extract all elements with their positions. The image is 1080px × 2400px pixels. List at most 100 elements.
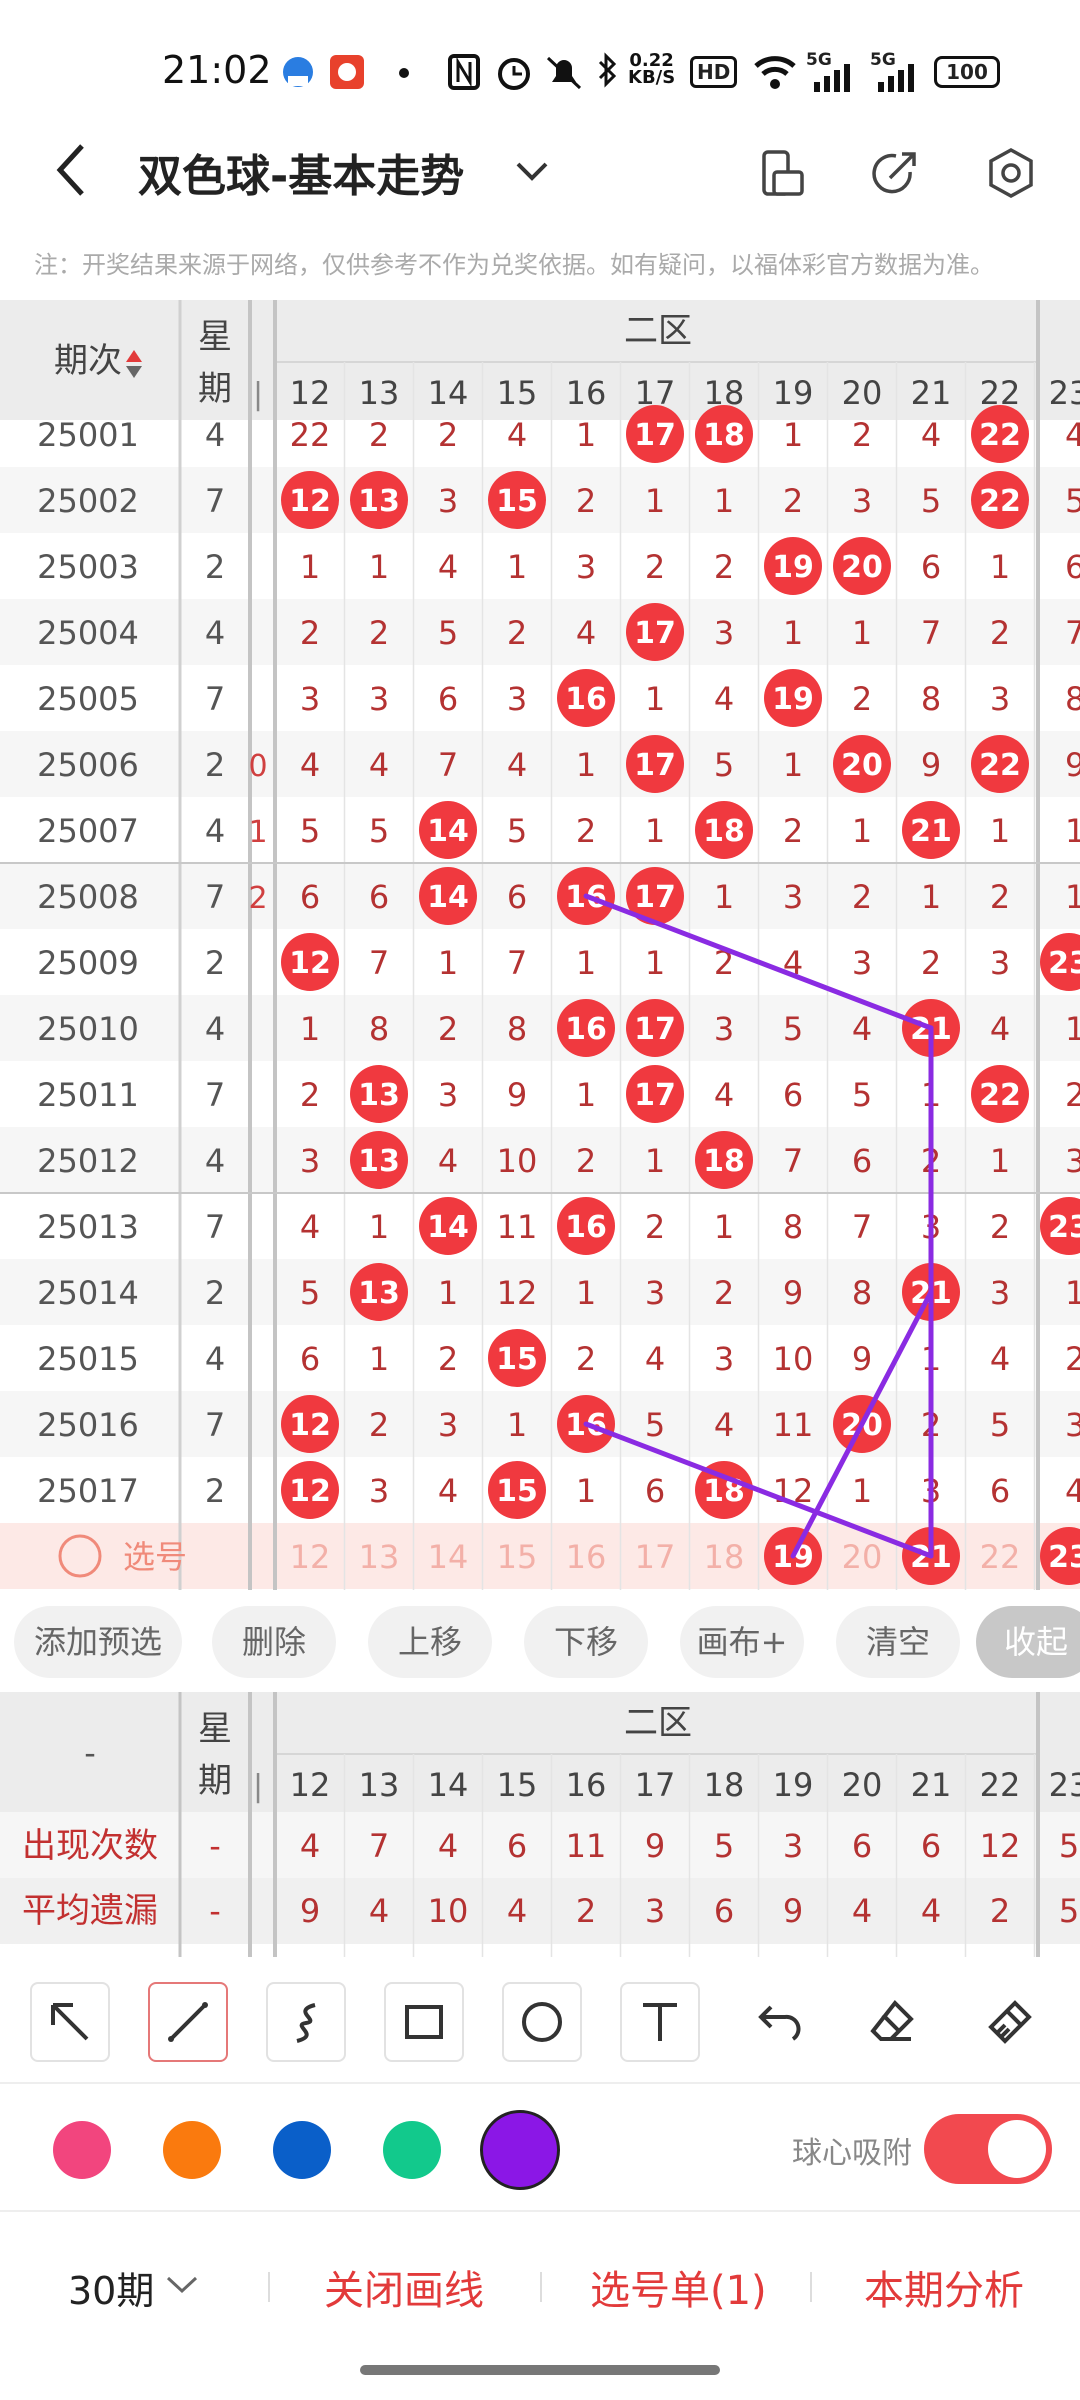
partial-cell: 4 <box>1065 416 1080 454</box>
ball-number: 19 <box>772 550 814 585</box>
select-number[interactable]: 17 <box>635 1538 676 1576</box>
text-tool[interactable] <box>620 1982 700 2062</box>
ball-number: 17 <box>634 748 676 783</box>
trend-table[interactable]: 期次星期二区12 13 14 15 16 17 18 19 20 21 22 23|25001 4 22 2… <box>0 300 1080 1590</box>
select-number[interactable]: 18 <box>704 1538 745 1576</box>
eraser-tool[interactable] <box>852 1982 932 2062</box>
miss-count: 10 <box>497 1142 538 1180</box>
arrow-tool[interactable] <box>30 1982 110 2062</box>
partial-cell: 11 <box>1065 878 1080 916</box>
header-period[interactable]: 期次 <box>54 341 122 381</box>
avg-miss-value: 4 <box>507 1892 527 1930</box>
share-icon[interactable] <box>870 148 920 198</box>
move-up-button[interactable]: 上移 <box>368 1606 492 1678</box>
circle-tool[interactable] <box>502 1982 582 2062</box>
page-title[interactable]: 双色球-基本走势 <box>138 140 464 204</box>
period-select[interactable]: 30期 <box>68 2260 154 2315</box>
miss-count: 9 <box>852 1340 872 1378</box>
snap-toggle[interactable] <box>924 2114 1052 2184</box>
avg-miss-label: 平均遗漏 <box>22 1891 158 1931</box>
miss-count: 2 <box>783 482 803 520</box>
select-number[interactable]: 12 <box>290 1538 331 1576</box>
miss-count: 5 <box>438 614 458 652</box>
signal-icon-2 <box>878 64 914 92</box>
period-analysis-button[interactable]: 本期分析 <box>864 2258 1024 2316</box>
miss-count: 3 <box>852 944 872 982</box>
select-number[interactable]: 16 <box>566 1538 607 1576</box>
notification-icons <box>283 55 409 89</box>
eraser-icon <box>870 1999 914 2041</box>
number-header-partial: | <box>253 377 263 412</box>
clear-button[interactable]: 清空 <box>836 1606 960 1678</box>
color-purple-selected[interactable] <box>480 2110 560 2190</box>
ball-number: 17 <box>634 1078 676 1113</box>
miss-count: 1 <box>714 1208 734 1246</box>
number-header: 23 <box>1049 1766 1080 1804</box>
miss-count: 5 <box>783 1010 803 1048</box>
miss-count: 11 <box>773 1406 814 1444</box>
number-header: 15 <box>497 1766 538 1804</box>
miss-count: 4 <box>438 1142 458 1180</box>
select-number[interactable]: 22 <box>980 1538 1021 1576</box>
select-number[interactable]: 15 <box>497 1538 538 1576</box>
avg-miss-value: 6 <box>714 1892 734 1930</box>
miss-count: 7 <box>852 1208 872 1246</box>
color-orange[interactable] <box>163 2121 221 2179</box>
miss-count: 1 <box>507 548 527 586</box>
canvas-add-button[interactable]: 画布+ <box>680 1606 804 1678</box>
collapse-button[interactable]: 收起 <box>976 1606 1080 1678</box>
row-stripe <box>0 1391 1080 1457</box>
back-arrow-icon[interactable] <box>50 140 90 200</box>
undo-tool[interactable] <box>738 1982 818 2062</box>
line-tool[interactable] <box>148 1982 228 2062</box>
miss-count: 2 <box>852 680 872 718</box>
partial-cell: 5 <box>1065 482 1080 520</box>
chevron-down-icon[interactable] <box>164 2272 200 2296</box>
number-header: 22 <box>980 1766 1021 1804</box>
color-green[interactable] <box>383 2121 441 2179</box>
miss-count: 2 <box>300 614 320 652</box>
occurrence-value: 6 <box>921 1827 941 1865</box>
color-blue[interactable] <box>273 2121 331 2179</box>
delete-button[interactable]: 删除 <box>212 1606 336 1678</box>
partial-cell: 3 <box>1065 1142 1080 1180</box>
miss-count: 2 <box>852 416 872 454</box>
move-down-button[interactable]: 下移 <box>524 1606 648 1678</box>
miss-count: 9 <box>507 1076 527 1114</box>
settings-icon[interactable] <box>984 146 1038 200</box>
disclaimer-notice: 注：开奖结果来源于网络，仅供参考不作为兑奖依据。如有疑问，以福体彩官方数据为准。 <box>34 251 994 279</box>
select-number[interactable]: 13 <box>359 1538 400 1576</box>
period-cell: 25003 <box>37 548 139 586</box>
landscape-view-icon[interactable] <box>758 148 808 200</box>
miss-count: 3 <box>438 1076 458 1114</box>
number-header: 15 <box>497 374 538 412</box>
miss-count: 5 <box>300 1274 320 1312</box>
pick-list-button[interactable]: 选号单(1) <box>590 2258 767 2316</box>
clear-brush-tool[interactable] <box>970 1982 1050 2062</box>
color-pink[interactable] <box>53 2121 111 2179</box>
close-drawing-button[interactable]: 关闭画线 <box>324 2258 484 2316</box>
partial-cell: 6 <box>1065 548 1080 586</box>
avg-miss-value: 3 <box>645 1892 665 1930</box>
miss-count: 4 <box>645 1340 665 1378</box>
miss-count: 7 <box>783 1142 803 1180</box>
curve-icon <box>296 2003 316 2043</box>
ball-number: 13 <box>358 1144 400 1179</box>
miss-count: 2 <box>438 1340 458 1378</box>
miss-count: 4 <box>990 1340 1010 1378</box>
week-cell: 2 <box>205 548 225 586</box>
chevron-down-icon[interactable] <box>512 156 552 186</box>
miss-count: 3 <box>507 680 527 718</box>
select-number[interactable]: 14 <box>428 1538 469 1576</box>
rectangle-tool[interactable] <box>384 1982 464 2062</box>
miss-count: 6 <box>852 1142 872 1180</box>
home-indicator[interactable] <box>360 2365 720 2375</box>
number-header: 19 <box>773 374 814 412</box>
nav-bar: 双色球-基本走势 <box>0 120 1080 220</box>
miss-count: 1 <box>645 680 665 718</box>
select-number[interactable]: 20 <box>842 1538 883 1576</box>
curve-tool[interactable] <box>266 1982 346 2062</box>
add-preselect-button[interactable]: 添加预选 <box>14 1606 182 1678</box>
miss-count: 3 <box>576 548 596 586</box>
period-cell: 25012 <box>37 1142 139 1180</box>
